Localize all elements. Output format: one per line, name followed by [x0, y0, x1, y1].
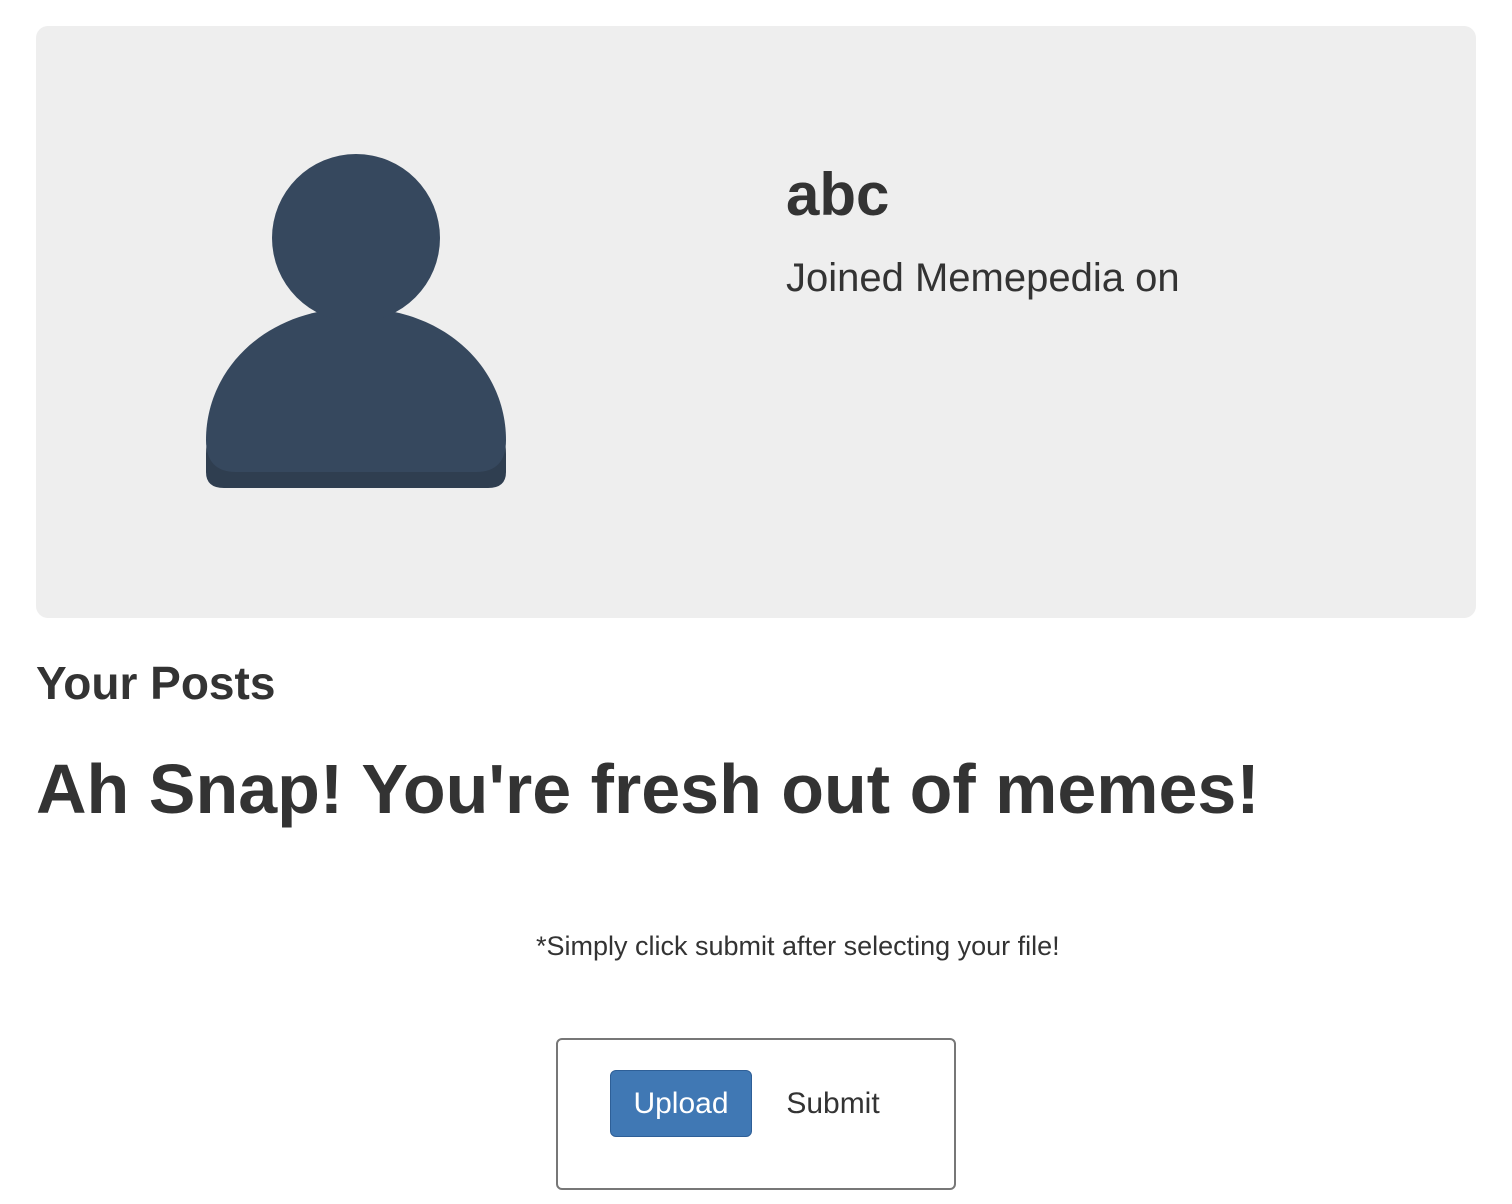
empty-posts-message: Ah Snap! You're fresh out of memes! — [36, 750, 1260, 828]
user-silhouette-icon — [206, 154, 506, 488]
submit-button[interactable]: Submit — [770, 1070, 896, 1137]
avatar-body — [206, 308, 506, 472]
avatar-head — [272, 154, 440, 322]
profile-card: abc Joined Memepedia on — [36, 26, 1476, 618]
profile-username: abc — [786, 161, 890, 228]
upload-help-text: *Simply click submit after selecting you… — [536, 931, 1060, 961]
profile-joined-date: Joined Memepedia on — [786, 256, 1180, 300]
upload-form: Upload Submit — [556, 1038, 956, 1190]
upload-button[interactable]: Upload — [610, 1070, 752, 1137]
your-posts-heading: Your Posts — [36, 657, 276, 709]
